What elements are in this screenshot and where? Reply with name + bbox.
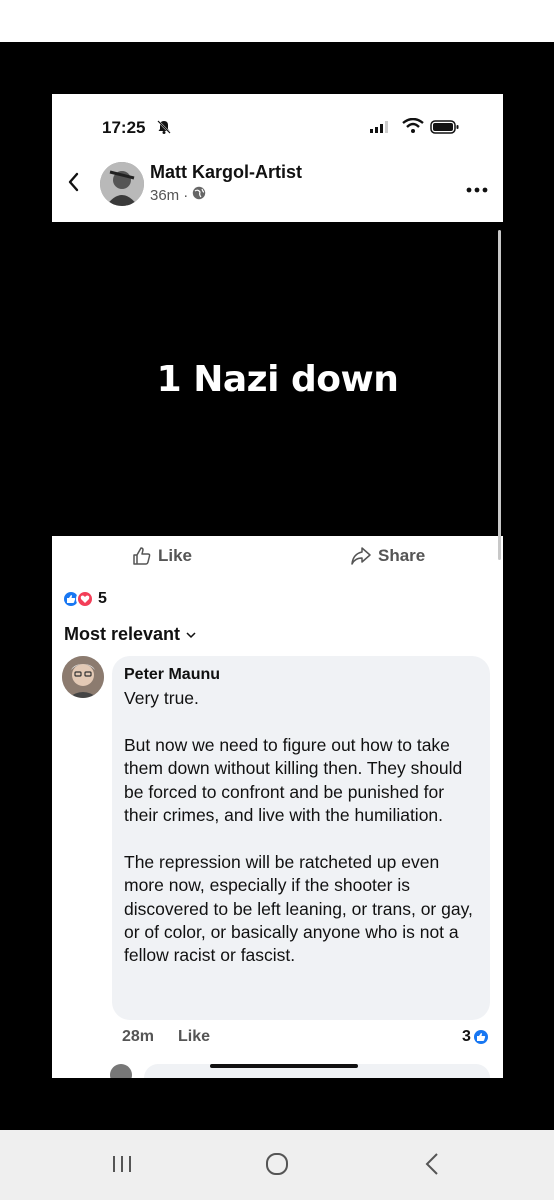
post-meta: 36m · <box>150 186 206 204</box>
home-icon <box>266 1153 288 1175</box>
recent-apps-button[interactable] <box>110 1154 134 1179</box>
back-button[interactable] <box>64 170 84 194</box>
comment-reaction-count: 3 <box>462 1028 471 1045</box>
post-time: 36m <box>150 186 180 204</box>
more-icon <box>466 187 488 193</box>
signal-icon <box>370 120 392 138</box>
bell-muted-icon <box>156 119 172 140</box>
system-back-button[interactable] <box>424 1152 440 1181</box>
like-button[interactable]: Like <box>132 546 192 566</box>
author-avatar[interactable] <box>100 162 144 206</box>
chevron-left-icon <box>68 172 79 192</box>
scrollbar[interactable] <box>498 230 501 560</box>
phone-screen: 17:25 Matt Kargol-Artist 36m · 1 Nazi do… <box>52 94 503 1078</box>
reaction-count: 5 <box>98 590 107 607</box>
comment-text: Very true. But now we need to figure out… <box>124 688 473 966</box>
sort-label: Most relevant <box>64 624 181 644</box>
post-image-text: 1 Nazi down <box>156 358 399 400</box>
status-time: 17:25 <box>102 118 146 137</box>
globe-icon <box>192 186 206 204</box>
post-image[interactable]: 1 Nazi down <box>52 222 503 536</box>
commenter-avatar[interactable] <box>62 656 104 698</box>
commenter-name[interactable]: Peter Maunu <box>124 666 478 684</box>
wifi-icon <box>402 117 424 139</box>
comment-bubble: Peter Maunu Very true. But now we need t… <box>112 656 490 1020</box>
home-button[interactable] <box>265 1152 289 1181</box>
share-label: Share <box>378 546 426 565</box>
share-button[interactable]: Share <box>350 546 425 566</box>
comment-like-button[interactable]: Like <box>178 1028 210 1046</box>
love-reaction-icon <box>76 590 94 608</box>
chevron-down-icon <box>186 631 196 638</box>
author-name[interactable]: Matt Kargol-Artist <box>150 162 302 183</box>
reply-avatar[interactable] <box>110 1064 132 1078</box>
thumbs-up-icon <box>133 547 151 565</box>
like-label: Like <box>158 546 193 565</box>
comment-reactions[interactable]: 3 <box>462 1028 489 1046</box>
status-bar: 17:25 <box>52 94 503 156</box>
android-nav-bar <box>0 1130 554 1200</box>
like-reaction-icon <box>473 1030 488 1044</box>
post-actions: Like Share <box>52 542 503 578</box>
meta-separator: · <box>183 186 189 204</box>
comment-sort-dropdown[interactable]: Most relevant <box>64 624 196 645</box>
home-indicator[interactable] <box>210 1064 358 1068</box>
comment-time: 28m <box>122 1028 155 1045</box>
back-arrow-icon <box>425 1153 438 1175</box>
post-header: Matt Kargol-Artist 36m · <box>52 156 503 220</box>
recents-icon <box>113 1156 131 1172</box>
top-background-strip <box>0 0 554 42</box>
post-reactions[interactable]: 5 <box>62 590 107 608</box>
share-icon <box>351 547 371 565</box>
battery-icon <box>430 120 460 139</box>
more-options-button[interactable] <box>466 176 488 199</box>
